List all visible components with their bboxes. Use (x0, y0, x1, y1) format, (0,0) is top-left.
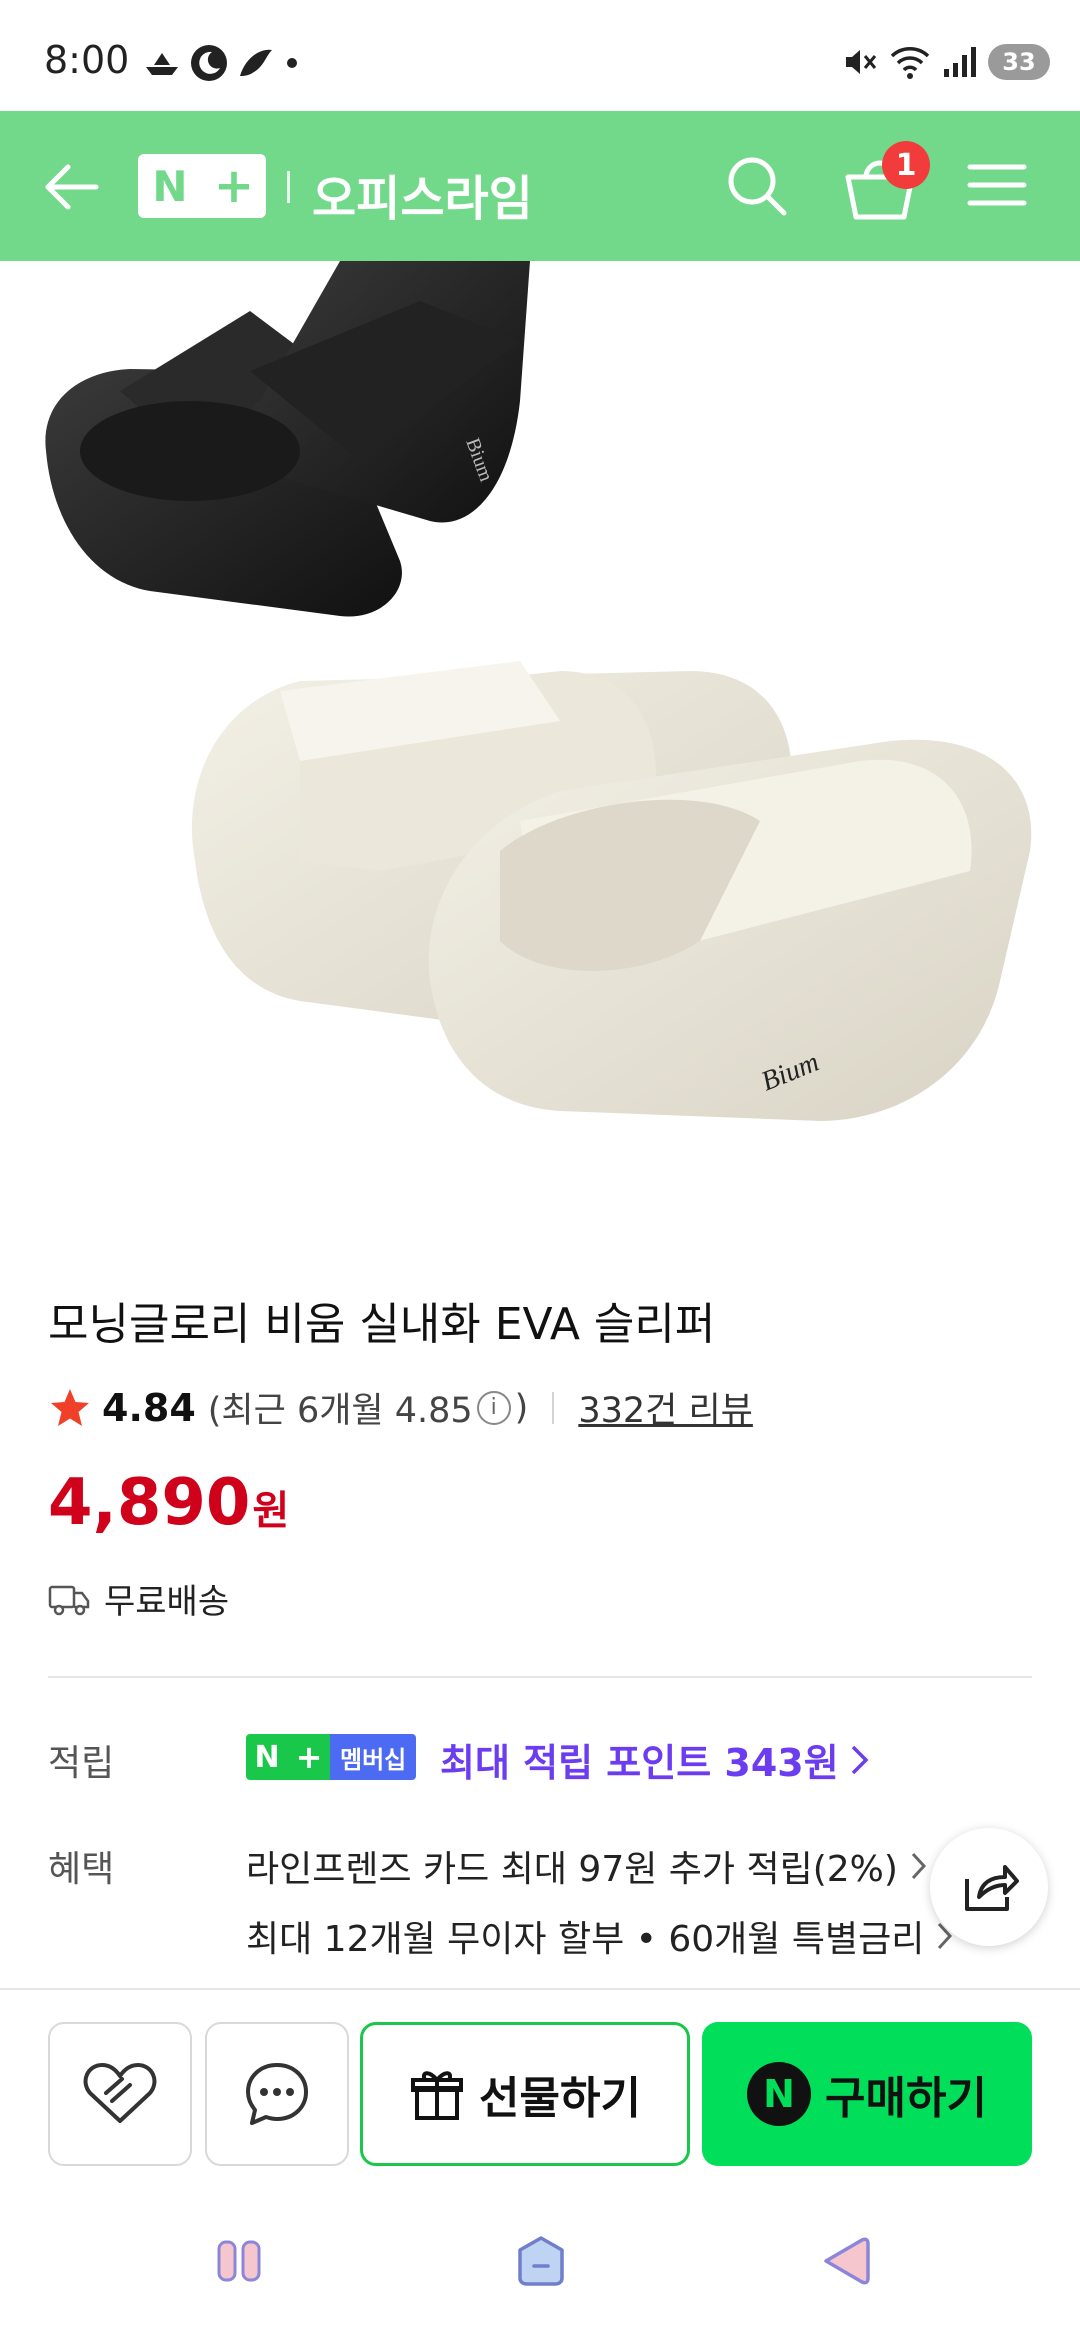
system-navigation-bar (0, 2188, 1080, 2340)
membership-badge-text: 멤버십 (330, 1734, 417, 1780)
price-row: 4,890 원 (48, 1466, 289, 1540)
product-title: 모닝글로리 비움 실내화 EVA 슬리퍼 (48, 1299, 716, 1350)
rating-row: 4.84 (최근 6개월 4.85 i ) 332건 리뷰 (48, 1382, 753, 1433)
shipping-text: 무료배송 (104, 1582, 230, 1622)
header-divider (287, 171, 290, 203)
logo-plus: + (213, 158, 255, 214)
dot-icon (287, 58, 297, 68)
product-image[interactable]: Bium Bium (0, 261, 1080, 1221)
info-icon[interactable]: i (476, 1390, 511, 1425)
review-count-link[interactable]: 332건 리뷰 (578, 1382, 753, 1433)
benefit-label: 혜택 (48, 1849, 115, 1890)
gift-button[interactable]: 선물하기 (360, 2022, 690, 2166)
share-icon (965, 1865, 1019, 1911)
purchase-action-bar: 선물하기 N 구매하기 (0, 1988, 1080, 2188)
wishlist-button[interactable] (48, 2022, 192, 2166)
recent-rating-text: (최근 6개월 4.85 (207, 1391, 473, 1431)
gift-label: 선물하기 (479, 2073, 641, 2124)
share-button[interactable] (930, 1828, 1048, 1946)
slipper-illustration: Bium Bium (45, 261, 1032, 1121)
mute-icon (846, 50, 877, 74)
recent-rating-close: ) (514, 1387, 529, 1428)
recents-icon (217, 2240, 261, 2282)
status-time: 8:00 (44, 38, 130, 82)
section-divider (48, 1676, 1032, 1678)
buy-label: 구매하기 (825, 2073, 987, 2124)
recent-rating: (최근 6개월 4.85 i ) (208, 1382, 529, 1433)
wifi-icon (890, 47, 930, 79)
back-nav-button[interactable] (818, 2234, 872, 2288)
truck-icon (48, 1585, 90, 1615)
rating-separator (552, 1391, 555, 1424)
logo-n: N (152, 161, 188, 211)
back-triangle-icon (824, 2237, 870, 2285)
naver-plus-logo[interactable]: N + (138, 154, 266, 218)
bird-icon (240, 49, 272, 76)
chevron-right-icon (911, 1852, 926, 1880)
search-button[interactable] (722, 151, 792, 221)
cart-button[interactable]: 1 (840, 141, 930, 227)
price-value: 4,890 (48, 1466, 251, 1540)
gift-icon (411, 2071, 464, 2120)
buy-button[interactable]: N 구매하기 (702, 2022, 1032, 2166)
membership-badge-n: N (246, 1734, 288, 1780)
card-benefit-text: 라인프렌즈 카드 최대 97원 추가 적립(2%) (246, 1849, 898, 1890)
status-system-icons: 33 (842, 44, 1050, 80)
store-name[interactable]: 오피스라임 (312, 159, 533, 229)
home-button[interactable] (514, 2234, 568, 2288)
recent-apps-button[interactable] (216, 2238, 262, 2284)
boat-icon (146, 53, 178, 75)
signal-icon (944, 47, 976, 77)
cart-count-badge: 1 (882, 141, 930, 189)
search-icon (728, 157, 787, 216)
star-icon (51, 1388, 89, 1426)
points-label: 적립 (48, 1743, 115, 1784)
status-bar: 8:00 33 (0, 0, 1080, 111)
back-button[interactable] (40, 155, 104, 219)
card-benefit-link[interactable]: 라인프렌즈 카드 최대 97원 추가 적립(2%) (246, 1840, 928, 1892)
home-icon (518, 2236, 564, 2286)
shipping-row: 무료배송 (48, 1574, 229, 1623)
moon-icon (191, 45, 227, 81)
rating-score: 4.84 (102, 1385, 196, 1430)
max-points-text: 최대 적립 포인트 343원 (440, 1741, 839, 1785)
price-unit: 원 (252, 1488, 290, 1534)
membership-badge-plus: + (288, 1734, 330, 1780)
installment-benefit-link[interactable]: 최대 12개월 무이자 할부 • 60개월 특별금리 (246, 1910, 954, 1962)
chevron-right-icon (851, 1745, 869, 1774)
installment-benefit-text: 최대 12개월 무이자 할부 • 60개월 특별금리 (246, 1919, 925, 1960)
heart-icon (83, 2063, 157, 2123)
status-notification-icons (142, 44, 302, 82)
menu-button[interactable] (964, 155, 1030, 215)
arrow-left-icon (45, 164, 99, 210)
chat-bubble-icon (246, 2063, 308, 2125)
battery-indicator: 33 (988, 44, 1050, 80)
naver-pay-icon: N (747, 2062, 812, 2126)
membership-badge: N + 멤버십 (246, 1734, 417, 1780)
hamburger-menu-icon (967, 164, 1027, 206)
chat-button[interactable] (205, 2022, 349, 2166)
max-points-link[interactable]: 최대 적립 포인트 343원 (440, 1732, 871, 1787)
app-header: N + 오피스라임 1 (0, 111, 1080, 261)
